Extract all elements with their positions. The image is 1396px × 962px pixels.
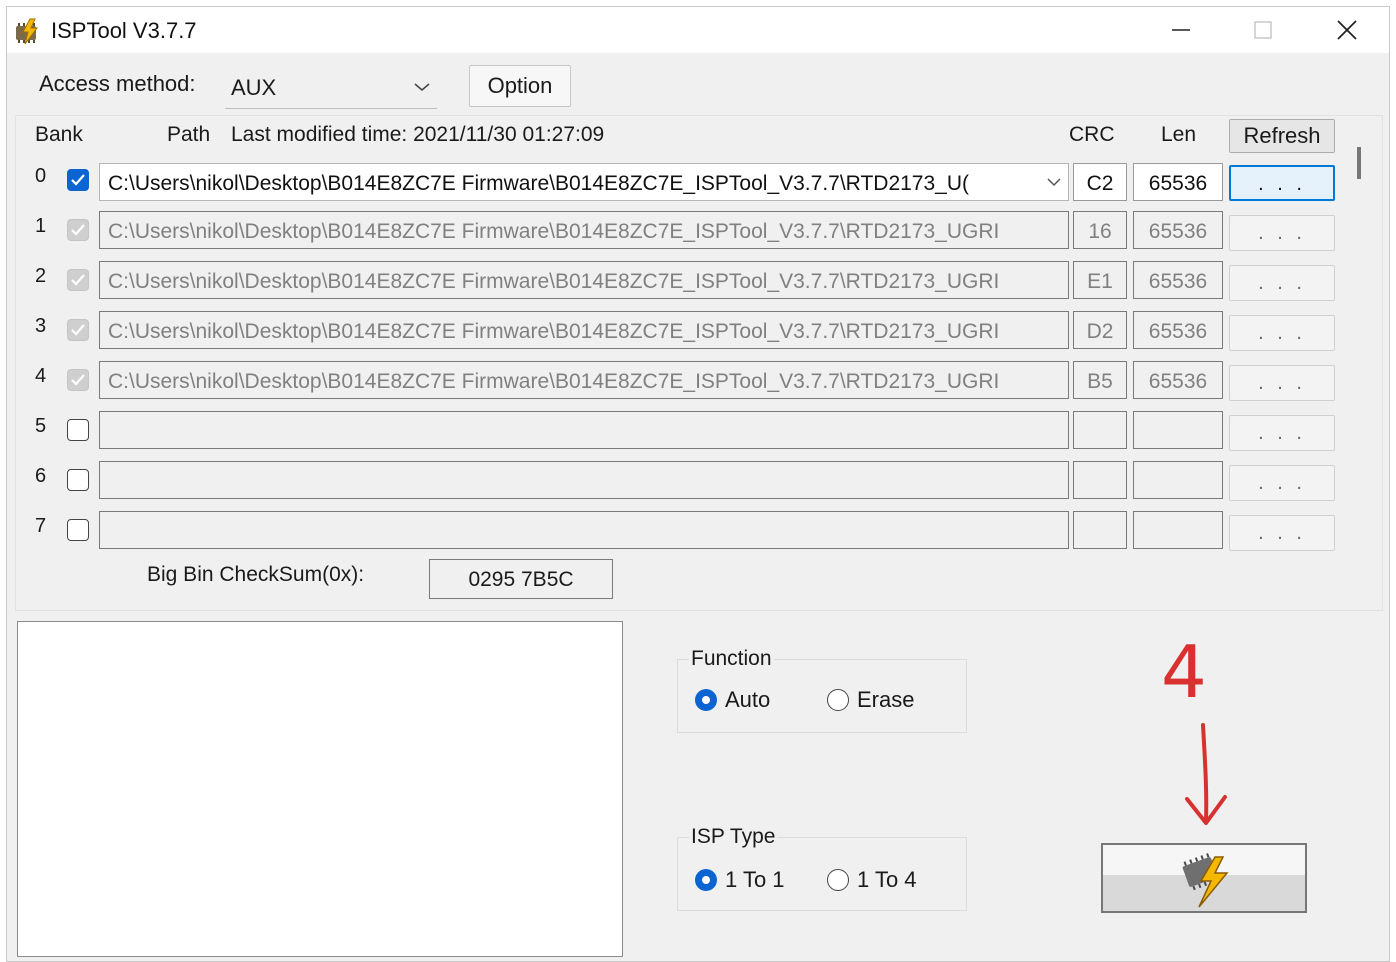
bank-checkbox[interactable] [67, 519, 89, 541]
bank-len [1133, 461, 1223, 499]
bank-checkbox [67, 219, 89, 241]
bank-checkbox[interactable] [67, 169, 89, 191]
one-to-one-radio-label[interactable]: 1 To 1 [725, 867, 785, 893]
bank-crc [1073, 511, 1127, 549]
bank-len [1133, 411, 1223, 449]
bank-path-field[interactable] [99, 461, 1069, 499]
bank-checkbox[interactable] [67, 419, 89, 441]
browse-button[interactable]: . . . [1229, 165, 1335, 201]
bank-checkbox [67, 319, 89, 341]
isptool-window: ISPTool V3.7.7 Access method: AUX Option… [6, 6, 1390, 962]
isp-type-group-title: ISP Type [689, 825, 778, 849]
bank-crc: C2 [1073, 163, 1127, 201]
bank-crc: B5 [1073, 361, 1127, 399]
bank-header: Bank [35, 123, 83, 146]
bank-index: 1 [35, 215, 47, 237]
log-output[interactable] [17, 621, 623, 957]
bank-len: 65536 [1133, 311, 1223, 349]
bank-index: 3 [35, 315, 47, 337]
bank-len: 65536 [1133, 261, 1223, 299]
auto-radio[interactable] [695, 689, 717, 711]
access-method-value: AUX [231, 75, 277, 100]
path-header: Path [167, 123, 211, 146]
bank-len [1133, 511, 1223, 549]
bank-index: 2 [35, 265, 47, 287]
checkmark-icon [71, 274, 85, 286]
bank-checkbox[interactable] [67, 469, 89, 491]
bank-crc: E1 [1073, 261, 1127, 299]
bank-path-field: C:\Users\nikol\Desktop\B014E8ZC7E Firmwa… [99, 261, 1069, 299]
checksum-value: 0295 7B5C [429, 559, 613, 599]
bank-len: 65536 [1133, 211, 1223, 249]
bank-path-field: C:\Users\nikol\Desktop\B014E8ZC7E Firmwa… [99, 211, 1069, 249]
bank-path-field: C:\Users\nikol\Desktop\B014E8ZC7E Firmwa… [99, 361, 1069, 399]
checkmark-icon [71, 174, 85, 186]
close-button[interactable] [1307, 7, 1387, 53]
browse-button[interactable]: . . . [1229, 415, 1335, 451]
minimize-icon [1172, 29, 1190, 31]
scrollbar-thumb[interactable] [1357, 147, 1361, 179]
bank-path-field[interactable] [99, 411, 1069, 449]
access-method-label: Access method: [39, 71, 196, 96]
bank-index: 6 [35, 465, 47, 487]
bank-len: 65536 [1133, 361, 1223, 399]
one-to-one-radio[interactable] [695, 869, 717, 891]
erase-radio[interactable] [827, 689, 849, 711]
bank-path-value: C:\Users\nikol\Desktop\B014E8ZC7E Firmwa… [108, 172, 969, 195]
bank-index: 5 [35, 415, 47, 437]
last-modified-label: Last modified time: 2021/11/30 01:27:09 [231, 123, 605, 146]
program-flash-button[interactable] [1101, 843, 1307, 913]
bank-index: 4 [35, 365, 47, 387]
maximize-button[interactable] [1223, 7, 1303, 53]
browse-button[interactable]: . . . [1229, 365, 1335, 401]
bank-path-field: C:\Users\nikol\Desktop\B014E8ZC7E Firmwa… [99, 311, 1069, 349]
bank-len: 65536 [1133, 163, 1223, 201]
browse-button[interactable]: . . . [1229, 215, 1335, 251]
maximize-icon [1254, 21, 1272, 39]
window-title: ISPTool V3.7.7 [51, 18, 197, 43]
browse-button[interactable]: . . . [1229, 265, 1335, 301]
chip-lightning-icon [1182, 853, 1229, 908]
red-annotation: 4 [1161, 630, 1227, 825]
checkmark-icon [71, 324, 85, 336]
browse-button[interactable]: . . . [1229, 315, 1335, 351]
checkmark-icon [71, 224, 85, 236]
bank-index: 0 [35, 165, 47, 187]
access-method-combobox[interactable]: AUX [225, 67, 437, 109]
crc-header: CRC [1069, 123, 1115, 146]
bank-crc [1073, 461, 1127, 499]
minimize-button[interactable] [1141, 7, 1221, 53]
bank-path-combobox[interactable]: C:\Users\nikol\Desktop\B014E8ZC7E Firmwa… [99, 163, 1069, 201]
bank-crc: 16 [1073, 211, 1127, 249]
chevron-down-icon [1047, 178, 1061, 187]
chevron-down-icon [414, 83, 430, 91]
bank-index: 7 [35, 515, 47, 537]
title-bar[interactable]: ISPTool V3.7.7 [7, 7, 1389, 53]
browse-button[interactable]: . . . [1229, 515, 1335, 551]
checkmark-icon [71, 374, 85, 386]
refresh-button[interactable]: Refresh [1229, 119, 1335, 153]
bank-path-field[interactable] [99, 511, 1069, 549]
annotation-number: 4 [1161, 630, 1207, 714]
bank-crc: D2 [1073, 311, 1127, 349]
chip-lightning-icon [16, 18, 38, 45]
len-header: Len [1161, 123, 1197, 146]
auto-radio-label[interactable]: Auto [725, 687, 770, 713]
option-button[interactable]: Option [469, 65, 571, 107]
down-arrow-icon [1201, 723, 1209, 823]
checksum-label: Big Bin CheckSum(0x): [147, 563, 365, 586]
bank-crc [1073, 411, 1127, 449]
bank-checkbox [67, 269, 89, 291]
one-to-four-radio[interactable] [827, 869, 849, 891]
one-to-four-radio-label[interactable]: 1 To 4 [857, 867, 917, 893]
function-group-title: Function [689, 647, 774, 671]
bank-checkbox [67, 369, 89, 391]
browse-button[interactable]: . . . [1229, 465, 1335, 501]
close-icon [1337, 20, 1357, 40]
erase-radio-label[interactable]: Erase [857, 687, 914, 713]
